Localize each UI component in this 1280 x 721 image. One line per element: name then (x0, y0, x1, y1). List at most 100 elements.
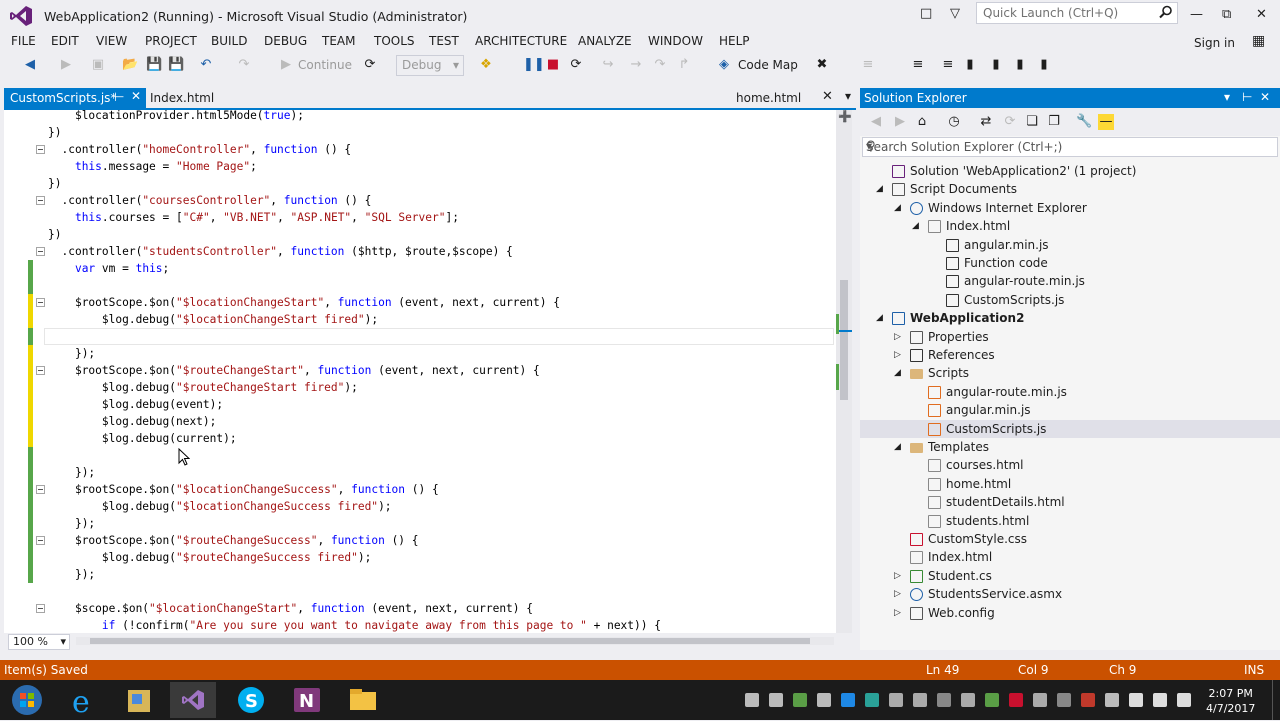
tray-icon[interactable] (841, 693, 855, 707)
menu-file[interactable]: FILE (11, 34, 36, 48)
code-line[interactable]: }) (48, 175, 61, 192)
back-icon[interactable]: ◀ (22, 57, 38, 73)
tray-icon[interactable] (865, 693, 879, 707)
tree-node[interactable]: angular.min.js (860, 236, 1280, 254)
tray-icon[interactable] (745, 693, 759, 707)
tree-node[interactable]: angular.min.js (860, 401, 1280, 419)
tree-node[interactable]: ◢ Index.html (860, 217, 1280, 235)
tree-node[interactable]: home.html (860, 475, 1280, 493)
code-line[interactable]: $rootScope.$on("$routeChangeStart", func… (48, 362, 540, 379)
code-line[interactable]: $log.debug("$locationChangeStart fired")… (48, 311, 378, 328)
collapse-arrow-icon[interactable]: ◢ (912, 217, 919, 235)
menu-test[interactable]: TEST (429, 34, 459, 48)
pending-changes-icon[interactable]: ◷ (946, 114, 962, 130)
step-into-icon[interactable]: → (628, 57, 644, 73)
pin-icon[interactable]: ⊢ (1242, 90, 1252, 104)
save-icon[interactable]: 💾 (146, 57, 162, 73)
tree-node[interactable]: ▷ StudentsService.asmx (860, 585, 1280, 603)
tab-dropdown-icon[interactable]: ▾ (845, 89, 851, 103)
start-button[interactable] (4, 682, 50, 718)
code-line[interactable]: $log.debug("$routeChangeStart fired"); (48, 379, 358, 396)
back-icon[interactable]: ◀ (868, 114, 884, 130)
code-line[interactable]: .controller("studentsController", functi… (48, 243, 512, 260)
collapse-arrow-icon[interactable]: ◢ (876, 309, 883, 327)
fold-toggle-icon[interactable] (36, 366, 45, 375)
menu-debug[interactable]: DEBUG (264, 34, 307, 48)
menu-architecture[interactable]: ARCHITECTURE (475, 34, 567, 48)
home-icon[interactable]: ⌂ (914, 114, 930, 130)
forward-icon[interactable]: ▶ (58, 57, 74, 73)
zoom-level-select[interactable]: 100 % ▾ (8, 634, 70, 650)
panel-dropdown-icon[interactable]: ▾ (1224, 90, 1230, 104)
pin-icon[interactable]: ⊢ (114, 90, 124, 104)
expand-arrow-icon[interactable]: ▷ (894, 567, 901, 585)
preview-icon[interactable]: — (1098, 114, 1114, 130)
code-line[interactable]: $rootScope.$on("$locationChangeSuccess",… (48, 481, 439, 498)
tree-node[interactable]: ▷ References (860, 346, 1280, 364)
code-line[interactable]: }) (48, 124, 61, 141)
code-line[interactable]: }); (48, 515, 95, 532)
code-map-icon[interactable]: ◈ (716, 57, 732, 73)
tray-icon[interactable] (1081, 693, 1095, 707)
stop-debugging-icon[interactable]: ■ (545, 57, 561, 73)
tree-node[interactable]: Index.html (860, 548, 1280, 566)
quick-launch-input[interactable]: Quick Launch (Ctrl+Q) (976, 2, 1178, 24)
visual-studio-taskbar-icon[interactable] (170, 682, 216, 718)
tray-icon[interactable] (985, 693, 999, 707)
expand-arrow-icon[interactable]: ▷ (894, 346, 901, 364)
file-explorer-taskbar-icon[interactable] (340, 682, 386, 718)
tree-node[interactable]: CustomScripts.js (860, 419, 1280, 438)
menu-analyze[interactable]: ANALYZE (578, 34, 632, 48)
tree-node[interactable]: Function code (860, 254, 1280, 272)
code-editor[interactable]: $locationProvider.html5Mode(true);}) .co… (4, 110, 836, 633)
code-line[interactable]: $locationProvider.html5Mode(true); (48, 110, 304, 124)
next-bookmark-icon[interactable]: ▮ (1012, 57, 1028, 73)
code-line[interactable]: if (!confirm("Are you sure you want to n… (48, 617, 661, 633)
code-line[interactable]: .controller("coursesController", functio… (48, 192, 371, 209)
battery-icon[interactable] (1129, 693, 1143, 707)
forward-icon[interactable]: ▶ (892, 114, 908, 130)
fold-toggle-icon[interactable] (36, 604, 45, 613)
collapse-arrow-icon[interactable]: ◢ (876, 180, 883, 198)
show-desktop-button[interactable] (1272, 680, 1280, 720)
menu-view[interactable]: VIEW (96, 34, 127, 48)
expand-arrow-icon[interactable]: ▷ (894, 604, 901, 622)
search-options-icon[interactable]: ▾ (866, 139, 1272, 153)
code-line[interactable]: }); (48, 345, 95, 362)
continue-icon[interactable]: ▶ (278, 57, 294, 73)
tree-node[interactable]: ◢ Script Documents (860, 180, 1280, 198)
tray-icon[interactable] (1105, 693, 1119, 707)
internet-explorer-taskbar-icon[interactable]: e (62, 682, 108, 720)
tree-node[interactable]: courses.html (860, 456, 1280, 474)
collapse-arrow-icon[interactable]: ◢ (894, 364, 901, 382)
tree-node[interactable]: ◢ Templates (860, 438, 1280, 456)
show-next-statement-icon[interactable]: ↪ (600, 57, 616, 73)
redo-icon[interactable]: ↷ (236, 57, 252, 73)
continue-button[interactable]: Continue (298, 58, 352, 72)
tab-preview-home-html[interactable]: home.html (736, 91, 801, 105)
menu-project[interactable]: PROJECT (145, 34, 197, 48)
menu-team[interactable]: TEAM (322, 34, 355, 48)
skype-taskbar-icon[interactable]: S (228, 682, 274, 718)
tree-node[interactable]: studentDetails.html (860, 493, 1280, 511)
collapse-arrow-icon[interactable]: ◢ (894, 199, 901, 217)
tray-icon[interactable] (889, 693, 903, 707)
comment-icon[interactable]: ≡ (860, 57, 876, 73)
tree-node[interactable]: CustomScripts.js (860, 291, 1280, 309)
menu-build[interactable]: BUILD (211, 34, 247, 48)
browser-link-icon[interactable]: ❖ (478, 57, 494, 73)
close-panel-icon[interactable]: ✕ (1260, 90, 1270, 104)
menu-tools[interactable]: TOOLS (374, 34, 415, 48)
refresh-icon[interactable]: ⟳ (362, 57, 378, 73)
bookmark-toggle-icon[interactable]: ✖ (814, 57, 830, 73)
close-preview-tab-icon[interactable]: ✕ (822, 89, 833, 104)
menu-edit[interactable]: EDIT (51, 34, 79, 48)
tray-icon[interactable] (769, 693, 783, 707)
tray-icon[interactable] (817, 693, 831, 707)
undo-icon[interactable]: ↶ (198, 57, 214, 73)
volume-icon[interactable] (1177, 693, 1191, 707)
tray-icon[interactable] (793, 693, 807, 707)
solution-explorer-search[interactable]: Search Solution Explorer (Ctrl+;) ⚲ ▾ (862, 137, 1278, 157)
close-tab-icon[interactable]: ✕ (131, 89, 141, 103)
code-line[interactable]: var vm = this; (48, 260, 169, 277)
